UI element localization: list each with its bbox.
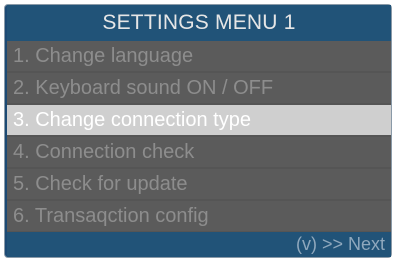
- menu-item-label: 1. Change language: [13, 45, 194, 67]
- menu-item-label: 3. Change connection type: [13, 109, 251, 131]
- settings-screen: SETTINGS MENU 1 1. Change language 2. Ke…: [7, 5, 391, 257]
- menu-item-transaction-config[interactable]: 6. Transaqction config: [7, 201, 391, 231]
- menu-item-label: 6. Transaqction config: [13, 205, 209, 227]
- settings-menu-list: 1. Change language 2. Keyboard sound ON …: [7, 41, 391, 233]
- next-hint-bar[interactable]: (v) >> Next: [7, 232, 391, 257]
- menu-title: SETTINGS MENU 1: [7, 5, 391, 41]
- menu-item-change-language[interactable]: 1. Change language: [7, 41, 391, 71]
- menu-item-change-connection-type[interactable]: 3. Change connection type: [7, 105, 391, 135]
- menu-item-connection-check[interactable]: 4. Connection check: [7, 137, 391, 167]
- menu-item-check-for-update[interactable]: 5. Check for update: [7, 169, 391, 199]
- menu-item-label: 2. Keyboard sound ON / OFF: [13, 77, 274, 99]
- menu-item-keyboard-sound[interactable]: 2. Keyboard sound ON / OFF: [7, 73, 391, 103]
- menu-item-label: 4. Connection check: [13, 141, 195, 163]
- next-hint-label: (v) >> Next: [295, 234, 385, 254]
- menu-item-label: 5. Check for update: [13, 173, 188, 195]
